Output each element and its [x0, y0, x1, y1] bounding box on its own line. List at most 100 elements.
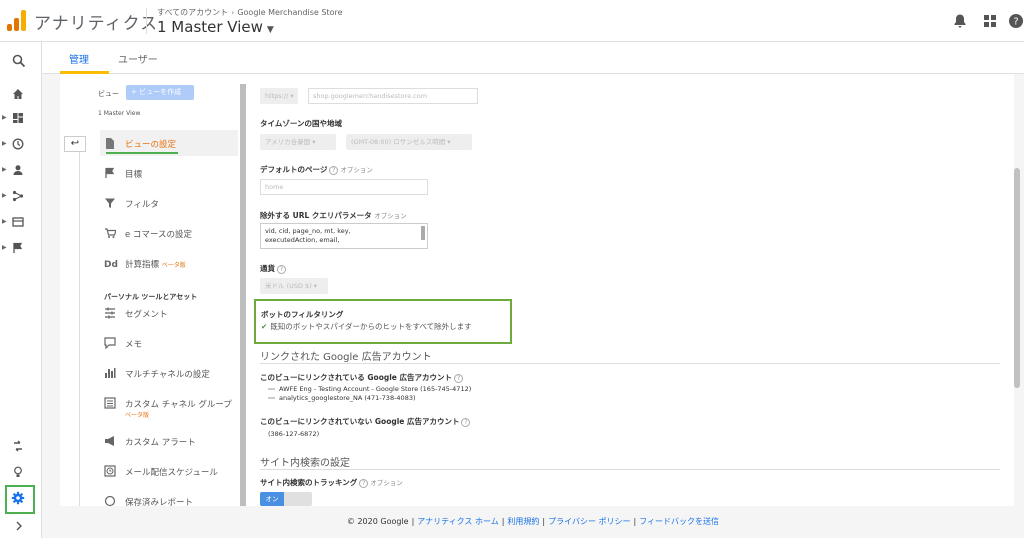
help-icon[interactable]: ?: [453, 373, 463, 383]
nav-audience[interactable]: ▶: [0, 160, 42, 182]
website-url-input: shop.googlemerchandisestore.com: [308, 88, 478, 104]
menu-view-settings[interactable]: ビューの設定: [100, 130, 238, 156]
linked-ads-heading: リンクされた Google 広告アカウント: [260, 352, 432, 363]
exclude-params-line: executedAction, email,: [265, 236, 340, 244]
section-divider: [260, 363, 1000, 364]
create-view-button[interactable]: + ビューを作成: [126, 85, 194, 100]
protocol-select: https:// ▾: [260, 88, 298, 104]
view-selector[interactable]: 1 Master View ▼: [157, 18, 274, 36]
default-page-input[interactable]: home: [260, 179, 428, 195]
top-bar: アナリティクス すべてのアカウント › Google Merchandise Sto…: [0, 0, 1024, 42]
svg-text:?: ?: [1013, 17, 1018, 28]
protocol-value: https://: [265, 92, 289, 100]
menu-label: 計算指標 ベータ版: [125, 258, 186, 270]
topbar-divider: [146, 8, 147, 34]
analytics-logo-icon[interactable]: [7, 9, 27, 31]
footer-link-privacy[interactable]: プライバシー ポリシー: [548, 517, 630, 526]
linked-account: analytics_googlestore_NA (471-738-4083): [279, 394, 416, 402]
footer-link-home[interactable]: アナリティクス ホーム: [417, 517, 498, 526]
tab-admin[interactable]: 管理: [69, 51, 89, 66]
tab-user[interactable]: ユーザー: [118, 51, 158, 66]
footer-link-feedback[interactable]: フィードバックを送信: [639, 517, 719, 526]
breadcrumb[interactable]: すべてのアカウント › Google Merchandise Store: [157, 7, 343, 18]
exclude-params-textarea[interactable]: vid, cid, page_no, mt, key, executedActi…: [260, 223, 428, 249]
unlinked-label-text: このビューにリンクされていない Google 広告アカウント: [260, 417, 460, 426]
nav-expand[interactable]: [0, 516, 42, 538]
help-icon[interactable]: ?: [461, 417, 471, 427]
menu-label: メール配信スケジュール: [125, 468, 218, 478]
menu-custom-alerts[interactable]: カスタム アラート: [100, 428, 238, 454]
menu-custom-channel-group[interactable]: カスタム チャネル グループ ベータ版: [100, 390, 238, 424]
bot-filter-label: ボットのフィルタリング: [261, 310, 344, 319]
search-icon: [12, 54, 26, 68]
footer-link-terms[interactable]: 利用規約: [507, 517, 539, 526]
active-item-underline: [106, 152, 178, 154]
main-scrollbar[interactable]: [1014, 168, 1020, 388]
nav-discover[interactable]: [0, 462, 42, 484]
menu-scheduled-emails[interactable]: メール配信スケジュール: [100, 458, 238, 484]
expand-arrow-icon: ▶: [2, 192, 7, 199]
menu-segments[interactable]: セグメント: [100, 300, 238, 326]
timezone-label: タイムゾーンの国や地域: [260, 119, 342, 128]
nav-search[interactable]: [0, 50, 42, 72]
nav-attribution[interactable]: [0, 436, 42, 458]
beta-badge: ベータ版: [125, 412, 150, 419]
help-icon[interactable]: ?: [359, 478, 369, 488]
menu-saved-reports[interactable]: 保存済みレポート: [100, 488, 238, 508]
bot-filter-checkbox[interactable]: ✔ 既知のボットやスパイダーからのヒットをすべて除外します: [261, 321, 472, 332]
menu-label: カスタム アラート: [125, 438, 196, 448]
column-scrollbar[interactable]: [240, 84, 246, 506]
chevron-right-icon: ›: [231, 8, 235, 17]
footer-separator: |: [542, 517, 546, 526]
textarea-scrollbar[interactable]: [421, 226, 425, 240]
dashboard-icon: [13, 113, 23, 123]
menu-label: e コマースの設定: [125, 230, 193, 240]
nav-acquisition[interactable]: ▶: [0, 186, 42, 208]
beta-badge: ベータ版: [161, 262, 186, 269]
dash-icon: [268, 388, 275, 390]
menu-multichannel[interactable]: マルチチャネルの設定: [100, 360, 238, 386]
menu-label: 目標: [125, 170, 143, 180]
currency-label-text: 通貨: [260, 264, 275, 273]
lightbulb-icon: [14, 466, 22, 477]
menu-annotations[interactable]: メモ: [100, 330, 238, 356]
clock-icon: [12, 138, 24, 150]
current-view-name[interactable]: 1 Master View: [98, 110, 140, 117]
footer: © 2020 Google | アナリティクス ホーム | 利用規約 | プライバシー ポリ…: [42, 506, 1024, 538]
nav-conversions[interactable]: ▶: [0, 238, 42, 260]
menu-goals[interactable]: 目標: [100, 160, 238, 186]
nav-customization[interactable]: ▶: [0, 108, 42, 130]
nav-home[interactable]: [0, 84, 42, 106]
site-search-toggle[interactable]: オン: [260, 492, 312, 506]
toggle-on-label: オン: [260, 492, 284, 506]
optional-label: オプション: [374, 212, 407, 220]
help-icon[interactable]: ?: [329, 165, 339, 175]
bot-filter-desc: 既知のボットやスパイダーからのヒットをすべて除外します: [270, 322, 472, 331]
caret-down-icon: ▼: [266, 25, 274, 35]
view-settings-panel: https:// ▾ shop.googlemerchandisestore.c…: [248, 74, 1014, 506]
unlinked-label: このビューにリンクされていない Google 広告アカウント?: [260, 416, 472, 427]
app-name: アナリティクス: [34, 14, 159, 34]
help-icon[interactable]: ?: [277, 264, 286, 274]
breadcrumb-all-accounts[interactable]: すべてのアカウント: [157, 8, 228, 17]
back-arrow-icon[interactable]: ↩: [64, 136, 86, 152]
default-page-label: デフォルトのページ? オプション: [260, 164, 373, 175]
segment-icon: [105, 307, 115, 319]
breadcrumb-property[interactable]: Google Merchandise Store: [237, 8, 342, 17]
apps-grid-icon[interactable]: [982, 13, 998, 29]
menu-label-text: 計算指標: [125, 260, 160, 270]
nav-behavior[interactable]: ▶: [0, 212, 42, 234]
menu-label: ビューの設定: [125, 140, 177, 150]
menu-calculated-metrics[interactable]: Dd 計算指標 ベータ版: [100, 250, 238, 276]
view-column: ビュー + ビューを作成 1 Master View ↩ ビューの設定 目標 フ…: [60, 74, 248, 508]
clock-icon: [104, 465, 116, 477]
menu-ecommerce[interactable]: e コマースの設定: [100, 220, 238, 246]
view-column-label: ビュー: [98, 90, 119, 98]
bell-icon[interactable]: [952, 13, 968, 29]
help-icon[interactable]: ?: [1008, 13, 1024, 29]
optional-label: オプション: [340, 166, 373, 174]
menu-filters[interactable]: フィルタ: [100, 190, 238, 216]
nav-admin[interactable]: [0, 488, 42, 510]
unlinked-account: (386-127-6872): [268, 430, 320, 438]
nav-realtime[interactable]: ▶: [0, 134, 42, 156]
